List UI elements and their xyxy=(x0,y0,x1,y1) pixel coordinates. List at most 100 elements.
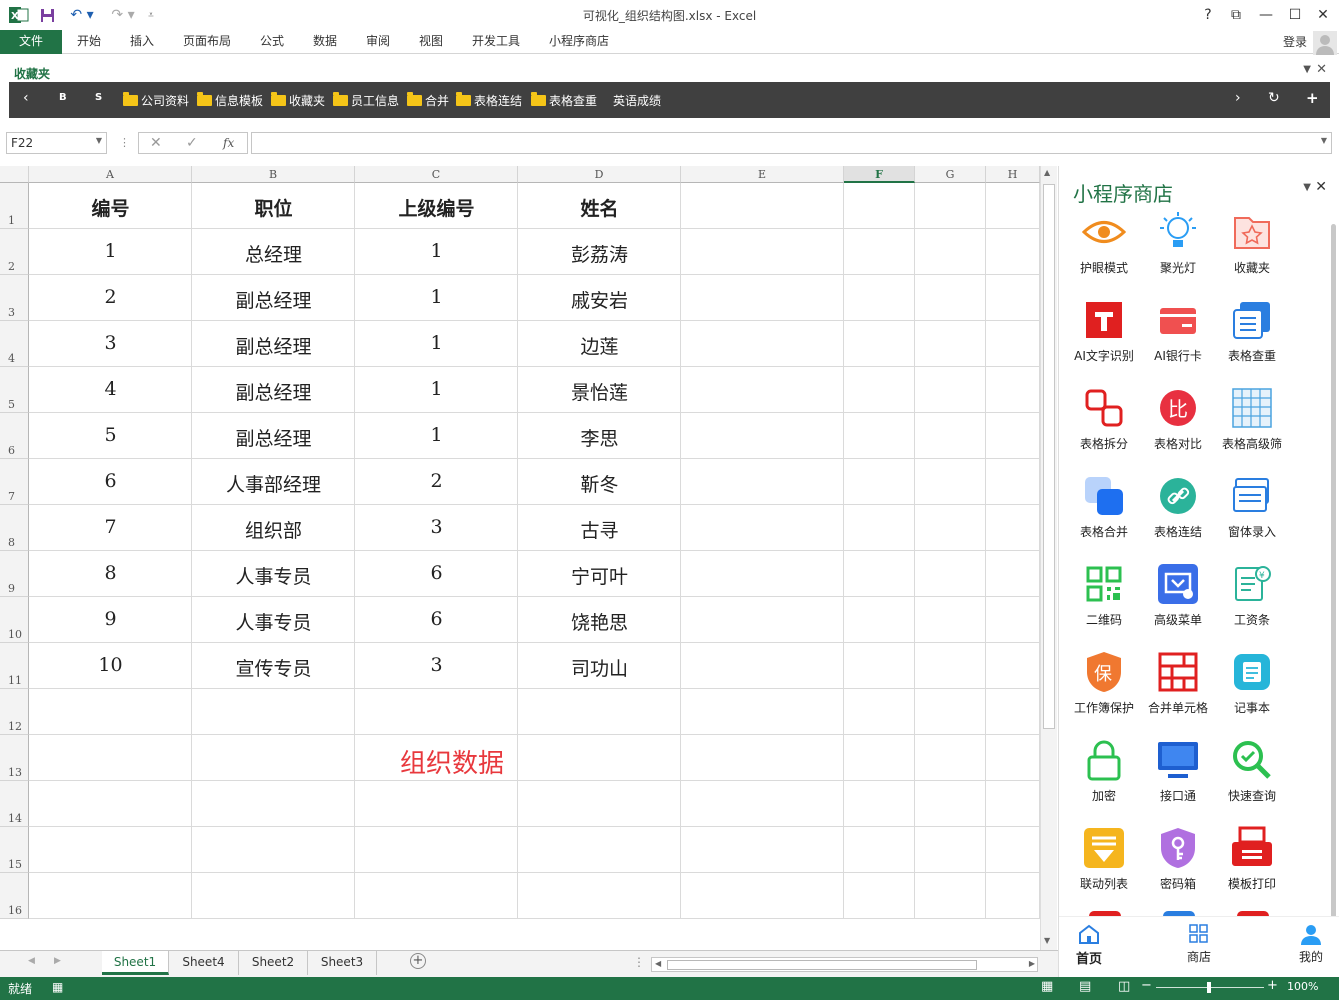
favorites-prev-icon[interactable]: ‹ xyxy=(23,90,29,106)
table-cell[interactable]: 景怡莲 xyxy=(518,378,681,405)
app-tile[interactable]: ¥ 工资条 xyxy=(1215,562,1289,628)
row-header[interactable]: 3 xyxy=(0,275,29,321)
table-cell[interactable]: 9 xyxy=(29,608,192,630)
favorite-item[interactable]: 合并 xyxy=(407,92,449,109)
app-tile[interactable]: 聚光灯 xyxy=(1141,210,1215,276)
favorite-item[interactable]: 公司资料 xyxy=(123,92,189,109)
table-cell[interactable]: 4 xyxy=(29,378,192,400)
row-header[interactable]: 11 xyxy=(0,643,29,689)
close-button[interactable]: ✕ xyxy=(1309,3,1337,27)
app-tile[interactable]: 高级菜单 xyxy=(1141,562,1215,628)
row-header[interactable]: 6 xyxy=(0,413,29,459)
table-cell[interactable]: 2 xyxy=(355,470,518,492)
add-favorite-icon[interactable]: + xyxy=(1306,89,1319,107)
app-tile[interactable]: AI银行卡 xyxy=(1141,298,1215,364)
table-cell[interactable]: 5 xyxy=(29,424,192,446)
table-cell[interactable]: 靳冬 xyxy=(518,470,681,497)
avatar[interactable] xyxy=(1313,31,1337,55)
table-cell[interactable]: 副总经理 xyxy=(192,332,355,359)
app-tile[interactable]: AI文字识别 xyxy=(1067,298,1141,364)
favorites-close-icon[interactable]: ✕ xyxy=(1316,62,1327,77)
app-tile[interactable]: 表格合并 xyxy=(1067,474,1141,540)
panel-menu-icon[interactable]: ▼ xyxy=(1303,182,1311,193)
column-header[interactable]: C xyxy=(355,166,518,183)
table-cell[interactable]: 人事部经理 xyxy=(192,470,355,497)
table-header-cell[interactable]: 姓名 xyxy=(518,194,681,221)
table-cell[interactable]: 副总经理 xyxy=(192,424,355,451)
table-cell[interactable]: 宁可叶 xyxy=(518,562,681,589)
scroll-right-icon[interactable]: ▶ xyxy=(1029,959,1035,968)
row-header[interactable]: 13 xyxy=(0,735,29,781)
row-header[interactable]: 7 xyxy=(0,459,29,505)
table-cell[interactable]: 李思 xyxy=(518,424,681,451)
expand-formula-icon[interactable]: ▼ xyxy=(1321,136,1327,145)
sheet-tab-sheet2[interactable]: Sheet2 xyxy=(239,951,308,975)
app-tile[interactable]: 护眼模式 xyxy=(1067,210,1141,276)
sheet-tab-sheet4[interactable]: Sheet4 xyxy=(169,951,239,975)
sheet-prev-icon[interactable]: ◀ xyxy=(28,956,35,966)
tab-review[interactable]: 审阅 xyxy=(359,30,397,54)
favorite-item[interactable]: 英语成绩 xyxy=(613,92,661,109)
app-tile[interactable]: 接口通 xyxy=(1141,738,1215,804)
select-all-corner[interactable] xyxy=(0,166,29,183)
favorites-nav-b[interactable]: B xyxy=(59,92,67,103)
sheet-tab-sheet3[interactable]: Sheet3 xyxy=(308,951,377,975)
table-cell[interactable]: 3 xyxy=(355,654,518,676)
tab-home[interactable]: 开始 xyxy=(70,30,108,54)
nav-profile[interactable]: 我的 xyxy=(1281,923,1339,965)
table-cell[interactable]: 边莲 xyxy=(518,332,681,359)
column-header[interactable]: H xyxy=(986,166,1040,183)
app-tile[interactable]: 表格查重 xyxy=(1215,298,1289,364)
row-header[interactable]: 1 xyxy=(0,183,29,229)
table-cell[interactable]: 1 xyxy=(355,332,518,354)
row-header[interactable]: 16 xyxy=(0,873,29,919)
zoom-slider-thumb[interactable] xyxy=(1207,982,1211,993)
app-tile[interactable]: 记事本 xyxy=(1215,650,1289,716)
app-tile[interactable]: 快速查询 xyxy=(1215,738,1289,804)
table-cell[interactable]: 人事专员 xyxy=(192,562,355,589)
nav-home[interactable]: 首页 xyxy=(1059,923,1119,967)
table-cell[interactable]: 6 xyxy=(355,562,518,584)
tab-insert[interactable]: 插入 xyxy=(123,30,161,54)
table-cell[interactable]: 古寻 xyxy=(518,516,681,543)
help-button[interactable]: ? xyxy=(1194,3,1222,27)
row-header[interactable]: 12 xyxy=(0,689,29,735)
table-cell[interactable]: 3 xyxy=(29,332,192,354)
app-tile[interactable]: 合并单元格 xyxy=(1141,650,1215,716)
table-cell[interactable]: 7 xyxy=(29,516,192,538)
table-cell[interactable]: 6 xyxy=(355,608,518,630)
table-header-cell[interactable]: 上级编号 xyxy=(355,194,518,221)
scroll-down-icon[interactable]: ▼ xyxy=(1044,936,1050,945)
add-sheet-button[interactable]: + xyxy=(410,953,426,969)
horizontal-scroll-thumb[interactable] xyxy=(667,960,977,970)
maximize-button[interactable]: ☐ xyxy=(1281,3,1309,27)
table-cell[interactable]: 2 xyxy=(29,286,192,308)
sheet-next-icon[interactable]: ▶ xyxy=(54,956,61,966)
tab-page-layout[interactable]: 页面布局 xyxy=(176,30,238,54)
tab-mini-app-store[interactable]: 小程序商店 xyxy=(542,30,616,54)
spreadsheet-grid[interactable]: A B C D E F G H 1 2 3 4 5 6 7 8 9 10 11 12 13 14 15 16 编号 职位 上级编号姓… xyxy=(0,166,1040,950)
app-tile[interactable]: 保工作簿保护 xyxy=(1067,650,1141,716)
app-tile[interactable]: 密码箱 xyxy=(1141,826,1215,892)
row-header[interactable]: 9 xyxy=(0,551,29,597)
table-cell[interactable]: 1 xyxy=(355,378,518,400)
table-cell[interactable]: 1 xyxy=(29,240,192,262)
page-break-view-icon[interactable]: ◫ xyxy=(1118,979,1130,994)
table-cell[interactable]: 副总经理 xyxy=(192,378,355,405)
column-header[interactable]: F xyxy=(844,166,915,183)
favorite-item[interactable]: 收藏夹 xyxy=(271,92,325,109)
chevron-down-icon[interactable]: ▼ xyxy=(96,136,102,145)
favorites-next-icon[interactable]: › xyxy=(1235,90,1241,106)
row-header[interactable]: 14 xyxy=(0,781,29,827)
page-layout-view-icon[interactable]: ▤ xyxy=(1079,979,1091,994)
app-tile[interactable]: 二维码 xyxy=(1067,562,1141,628)
normal-view-icon[interactable]: ▦ xyxy=(1041,979,1053,994)
app-tile[interactable]: 表格高级筛选 xyxy=(1215,386,1289,452)
panel-close-icon[interactable]: ✕ xyxy=(1315,179,1327,195)
nav-store[interactable]: 商店 xyxy=(1169,923,1229,965)
favorite-item[interactable]: 员工信息 xyxy=(333,92,399,109)
app-tile[interactable]: 模板打印 xyxy=(1215,826,1289,892)
table-cell[interactable]: 彭荔涛 xyxy=(518,240,681,267)
tab-file[interactable]: 文件 xyxy=(0,30,62,54)
table-header-cell[interactable]: 职位 xyxy=(192,194,355,221)
